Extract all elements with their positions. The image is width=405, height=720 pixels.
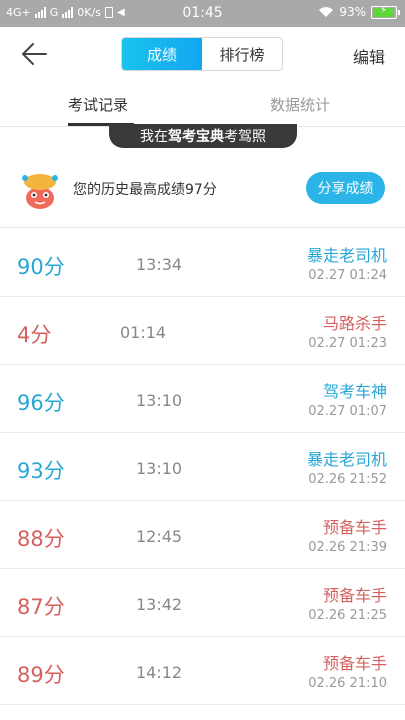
brand-banner: 我在 驾考宝典 考驾照: [109, 124, 297, 148]
record-score: 88分: [17, 527, 65, 551]
record-date: 02.26 21:39: [308, 540, 387, 555]
status-bar: 4G+ G 0K/s ◀ 01:45 93% ⚡: [0, 0, 405, 27]
record-duration: 13:10: [136, 391, 183, 410]
mascot-icon: [22, 174, 58, 209]
segment-score[interactable]: 成绩: [122, 38, 202, 70]
record-score: 87分: [17, 595, 65, 619]
record-score: 90分: [17, 255, 65, 279]
nav-header: 成绩 排行榜 编辑: [0, 27, 405, 81]
exam-record-list: 90分 13:34 暴走老司机 02.27 01:24 4分 01:14 马路杀…: [0, 229, 405, 705]
status-right: 93% ⚡: [318, 5, 400, 19]
edit-button[interactable]: 编辑: [353, 44, 385, 68]
segment-leaderboard[interactable]: 排行榜: [202, 38, 282, 70]
record-duration: 13:10: [136, 459, 183, 478]
record-row[interactable]: 4分 01:14 马路杀手 02.27 01:23: [0, 297, 405, 365]
record-row[interactable]: 88分 12:45 预备车手 02.26 21:39: [0, 501, 405, 569]
best-score-card: 您的历史最高成绩97分 分享成绩: [0, 150, 405, 228]
record-date: 02.27 01:24: [308, 268, 387, 283]
battery-icon: ⚡: [371, 5, 400, 19]
record-date: 02.27 01:23: [308, 336, 387, 351]
record-date: 02.26 21:10: [308, 676, 387, 691]
record-title: 暴走老司机: [306, 450, 387, 469]
tab-exam-records[interactable]: 考试记录: [68, 94, 128, 115]
record-date: 02.26 21:52: [308, 472, 387, 487]
record-duration: 13:34: [136, 255, 183, 274]
record-title: 马路杀手: [322, 314, 387, 333]
record-score: 89分: [17, 663, 65, 687]
banner-brand: 驾考宝典: [168, 129, 224, 145]
record-score: 96分: [17, 391, 65, 415]
share-score-button[interactable]: 分享成绩: [306, 172, 385, 204]
record-date: 02.26 21:25: [308, 608, 387, 623]
record-score: 4分: [17, 323, 52, 347]
record-row[interactable]: 89分 14:12 预备车手 02.26 21:10: [0, 637, 405, 705]
record-row[interactable]: 87分 13:42 预备车手 02.26 21:25: [0, 569, 405, 637]
banner-prefix: 我在: [140, 129, 168, 145]
record-title: 预备车手: [322, 654, 387, 673]
record-row[interactable]: 93分 13:10 暴走老司机 02.26 21:52: [0, 433, 405, 501]
record-title: 驾考车神: [322, 382, 387, 401]
segment-control: 成绩 排行榜: [121, 37, 283, 71]
battery-percent: 93%: [339, 5, 366, 19]
record-score: 93分: [17, 459, 65, 483]
record-date: 02.27 01:07: [308, 404, 387, 419]
back-arrow-icon: [21, 43, 47, 65]
record-row[interactable]: 90分 13:34 暴走老司机 02.27 01:24: [0, 229, 405, 297]
tab-bar: 考试记录 数据统计: [0, 81, 405, 127]
record-title: 预备车手: [322, 518, 387, 537]
back-button[interactable]: [20, 40, 50, 68]
wifi-icon: [319, 7, 334, 17]
record-duration: 12:45: [136, 527, 183, 546]
record-title: 暴走老司机: [306, 246, 387, 265]
record-duration: 13:42: [136, 595, 183, 614]
best-score-text: 您的历史最高成绩97分: [73, 182, 217, 198]
record-title: 预备车手: [322, 586, 387, 605]
record-row[interactable]: 96分 13:10 驾考车神 02.27 01:07: [0, 365, 405, 433]
record-duration: 14:12: [136, 663, 183, 682]
tab-statistics[interactable]: 数据统计: [270, 94, 330, 115]
banner-suffix: 考驾照: [224, 129, 266, 145]
record-duration: 01:14: [120, 323, 167, 342]
